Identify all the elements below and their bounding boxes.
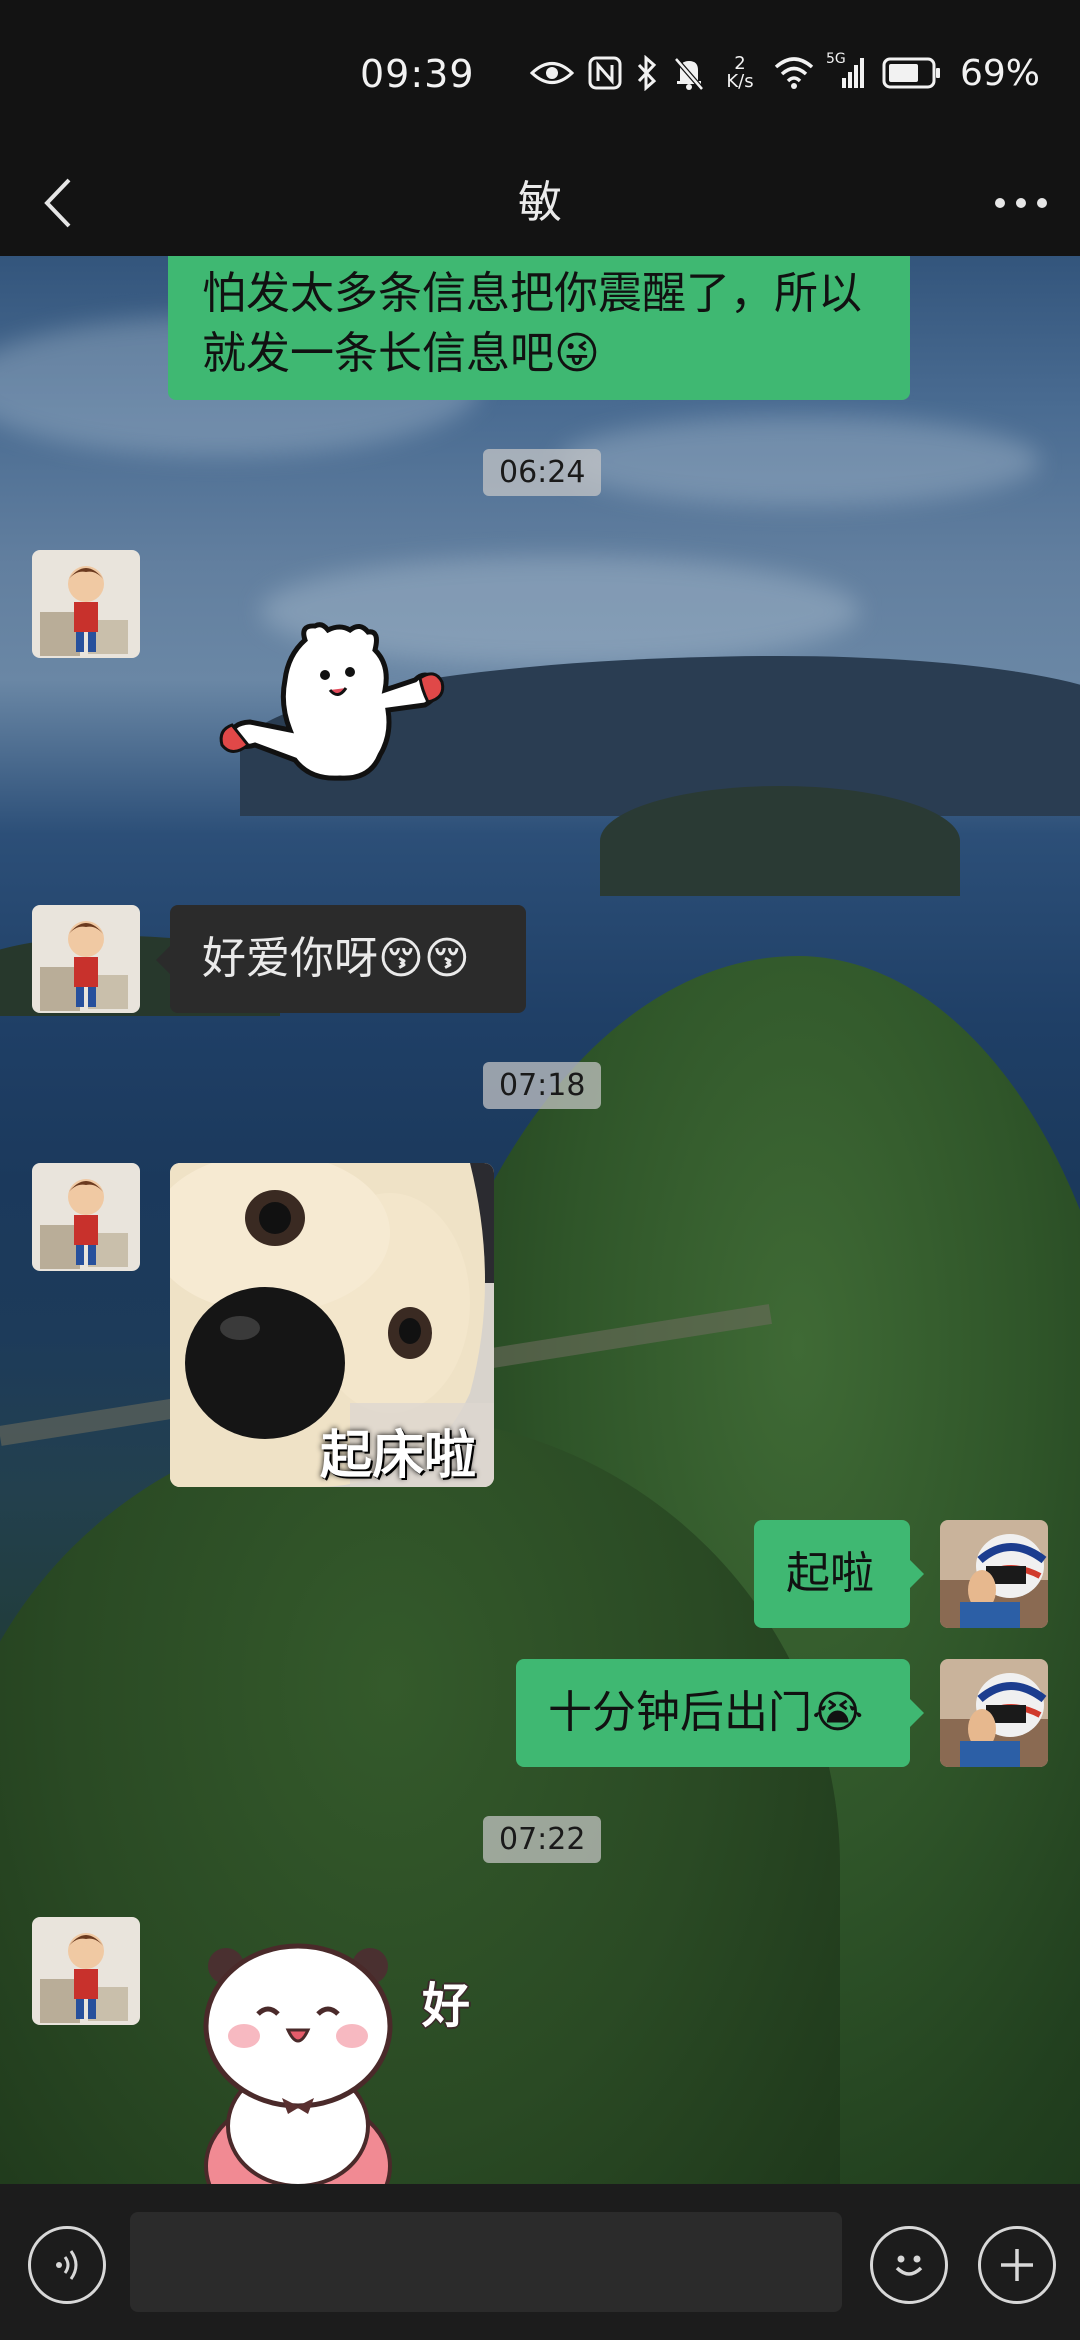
my-avatar[interactable]: [940, 1659, 1048, 1767]
message-bubble-outgoing[interactable]: 怕发太多条信息把你震醒了，所以就发一条长信息吧😜: [168, 256, 910, 400]
message-bubble-incoming[interactable]: 好爱你呀😚😚: [170, 905, 526, 1013]
bear-sticker[interactable]: [210, 620, 460, 790]
bubble-tail: [156, 946, 170, 974]
net-speed: 2 K/s: [726, 53, 754, 92]
sticker-text: 好: [422, 1978, 471, 2034]
chat-header: [0, 150, 1080, 256]
battery-percent: 69%: [960, 52, 1041, 94]
message-bubble-outgoing[interactable]: 起啦: [754, 1520, 910, 1628]
emoji-button[interactable]: [870, 2226, 948, 2304]
image-caption: 起床啦: [320, 1426, 477, 1486]
plus-icon: [1001, 2249, 1033, 2281]
eye-icon: [530, 51, 574, 95]
voice-button[interactable]: [28, 2226, 106, 2304]
signal-icon: 5G: [826, 51, 868, 95]
nfc-icon: [588, 51, 622, 95]
bluetooth-icon: [636, 51, 658, 95]
back-button[interactable]: [18, 150, 98, 256]
image-message[interactable]: 起床啦: [170, 1163, 494, 1487]
contact-avatar[interactable]: [32, 905, 140, 1013]
chevron-left-icon: [44, 178, 71, 228]
contact-avatar[interactable]: [32, 550, 140, 658]
message-text: 怕发太多条信息把你震醒了，所以就发一条长信息吧😜: [202, 268, 862, 379]
status-icons: 2 K/s 5G 69%: [530, 50, 1040, 96]
bubble-tail: [910, 1699, 924, 1727]
island: [600, 786, 960, 896]
message-input[interactable]: [130, 2212, 842, 2312]
message-bubble-outgoing[interactable]: 十分钟后出门😭: [516, 1659, 910, 1767]
message-text: 起啦: [786, 1548, 874, 1599]
plus-button[interactable]: [978, 2226, 1056, 2304]
more-button[interactable]: [976, 150, 1066, 256]
message-text: 十分钟后出门😭: [548, 1687, 864, 1738]
bubble-tail: [910, 1560, 924, 1588]
timestamp: 07:18: [483, 1062, 602, 1109]
more-dots-icon: [995, 198, 1047, 208]
status-time: 09:39: [360, 52, 475, 96]
voice-icon: [56, 2250, 78, 2280]
emoji-icon: [895, 2255, 923, 2276]
battery-icon: [882, 51, 942, 95]
timestamp: 06:24: [483, 449, 602, 496]
panda-sticker[interactable]: 好: [186, 1926, 486, 2184]
message-text: 好爱你呀😚😚: [202, 933, 470, 984]
cloud: [560, 416, 1040, 506]
contact-avatar[interactable]: [32, 1163, 140, 1271]
wifi-icon: [774, 51, 814, 95]
timestamp: 07:22: [483, 1816, 602, 1863]
mute-bell-icon: [672, 51, 706, 95]
my-avatar[interactable]: [940, 1520, 1048, 1628]
contact-avatar[interactable]: [32, 1917, 140, 2025]
chat-background: [0, 256, 1080, 2184]
